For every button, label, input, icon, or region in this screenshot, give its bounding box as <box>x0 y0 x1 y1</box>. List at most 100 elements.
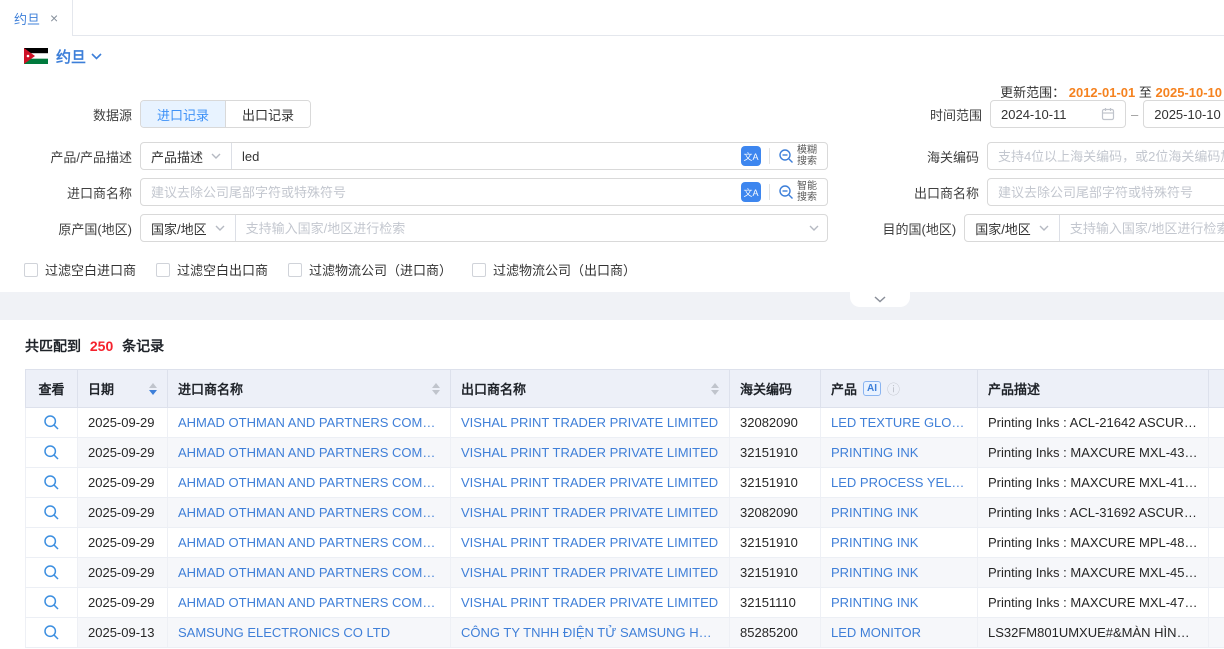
chevron-down-icon[interactable] <box>91 53 102 60</box>
product-link[interactable]: PRINTING INK <box>821 588 978 618</box>
importer-link[interactable]: AHMAD OTHMAN AND PARTNERS COMPA... <box>168 468 451 498</box>
importer-suffix: 文A 智能搜索 <box>737 179 827 205</box>
view-detail-icon[interactable] <box>43 414 60 431</box>
tab-export-records[interactable]: 出口记录 <box>225 101 310 127</box>
product-link[interactable]: PRINTING INK <box>821 528 978 558</box>
importer-link[interactable]: AHMAD OTHMAN AND PARTNERS COMPA... <box>168 408 451 438</box>
update-range: 更新范围： 2012-01-01 至 2025-10-10 <box>1000 82 1222 101</box>
view-detail-icon[interactable] <box>43 534 60 551</box>
view-detail-icon[interactable] <box>43 444 60 461</box>
product-link[interactable]: PRINTING INK <box>821 558 978 588</box>
translate-icon[interactable]: 文A <box>741 146 761 166</box>
exporter-link[interactable]: VISHAL PRINT TRADER PRIVATE LIMITED <box>451 558 730 588</box>
hs-code-cell: 32151910 <box>730 468 821 498</box>
product-link[interactable]: LED MONITOR <box>821 618 978 648</box>
view-detail-icon[interactable] <box>43 594 60 611</box>
product-link[interactable]: LED TEXTURE GLOSS ... <box>821 408 978 438</box>
importer-link[interactable]: AHMAD OTHMAN AND PARTNERS COMPA... <box>168 588 451 618</box>
view-detail-icon[interactable] <box>43 474 60 491</box>
chevron-down-icon[interactable] <box>809 225 819 231</box>
collapse-panel-button[interactable] <box>850 292 910 307</box>
exporter-link[interactable]: VISHAL PRINT TRADER PRIVATE LIMITED <box>451 468 730 498</box>
sort-icon[interactable] <box>432 383 440 395</box>
checkbox-icon[interactable] <box>288 263 302 277</box>
exporter-link[interactable]: VISHAL PRINT TRADER PRIVATE LIMITED <box>451 528 730 558</box>
destination-type-select[interactable]: 国家/地区 <box>965 215 1060 241</box>
date-end-value: 2025-10-10 <box>1154 107 1221 122</box>
view-detail-icon[interactable] <box>43 504 60 521</box>
extra-cell <box>1209 498 1224 528</box>
destination-search-input[interactable] <box>1060 215 1224 241</box>
checkbox-icon[interactable] <box>156 263 170 277</box>
checkbox-filter-logistics-exporter[interactable]: 过滤物流公司（出口商） <box>472 260 636 279</box>
importer-link[interactable]: AHMAD OTHMAN AND PARTNERS COMPA... <box>168 498 451 528</box>
product-link[interactable]: PRINTING INK <box>821 498 978 528</box>
col-importer[interactable]: 进口商名称 <box>168 370 451 408</box>
translate-icon[interactable]: 文A <box>741 182 761 202</box>
close-icon[interactable]: × <box>50 11 58 25</box>
date-end-input[interactable]: 2025-10-10 <box>1143 100 1224 128</box>
checkbox-icon[interactable] <box>24 263 38 277</box>
hs-code-box <box>987 142 1224 170</box>
checkbox-filter-blank-exporter[interactable]: 过滤空白出口商 <box>156 260 268 279</box>
exporter-link[interactable]: VISHAL PRINT TRADER PRIVATE LIMITED <box>451 588 730 618</box>
importer-link[interactable]: SAMSUNG ELECTRONICS CO LTD <box>168 618 451 648</box>
product-row: 产品/产品描述 产品描述 文A 模糊搜索 <box>24 142 828 170</box>
extra-cell <box>1209 408 1224 438</box>
results-section: 共匹配到 250 条记录 查看 日期 <box>0 320 1224 649</box>
view-detail-icon[interactable] <box>43 564 60 581</box>
checkbox-icon[interactable] <box>472 263 486 277</box>
tab-jordan[interactable]: 约旦 × <box>0 0 73 36</box>
smart-search-button[interactable]: 智能搜索 <box>778 181 819 203</box>
product-link[interactable]: LED PROCESS YELLOW... <box>821 468 978 498</box>
product-type-select[interactable]: 产品描述 <box>141 143 232 169</box>
sort-icon[interactable] <box>711 383 719 395</box>
view-detail-icon[interactable] <box>43 624 60 641</box>
col-date-label: 日期 <box>88 379 114 398</box>
importer-link[interactable]: AHMAD OTHMAN AND PARTNERS COMPA... <box>168 528 451 558</box>
info-icon[interactable]: ⓘ <box>887 379 900 398</box>
divider <box>769 148 770 164</box>
tab-bar: 约旦 × <box>0 0 1224 36</box>
importer-link[interactable]: AHMAD OTHMAN AND PARTNERS COMPA... <box>168 438 451 468</box>
sort-icon[interactable] <box>149 383 157 395</box>
checkbox-filter-blank-importer[interactable]: 过滤空白进口商 <box>24 260 136 279</box>
col-exporter[interactable]: 出口商名称 <box>451 370 730 408</box>
exporter-link[interactable]: VISHAL PRINT TRADER PRIVATE LIMITED <box>451 438 730 468</box>
col-view: 查看 <box>26 370 78 408</box>
col-date[interactable]: 日期 <box>78 370 168 408</box>
hs-code-cell: 32151910 <box>730 558 821 588</box>
origin-type-select[interactable]: 国家/地区 <box>141 215 236 241</box>
product-link[interactable]: PRINTING INK <box>821 438 978 468</box>
destination-input-group: 国家/地区 <box>964 214 1224 242</box>
time-range-label: 时间范围 <box>860 105 990 124</box>
exporter-link[interactable]: CÔNG TY TNHH ĐIỆN TỬ SAMSUNG HCMC... <box>451 618 730 648</box>
country-name[interactable]: 约旦 <box>56 46 86 67</box>
table-body: 2025-09-29 AHMAD OTHMAN AND PARTNERS COM… <box>26 408 1224 648</box>
hs-code-cell: 32082090 <box>730 408 821 438</box>
ai-badge: AI <box>863 381 881 396</box>
trade-data-app: 约旦 × 约旦 更新范围： 2012-01-01 至 2025-10-10 数据… <box>0 0 1224 649</box>
data-source-tabs: 进口记录 出口记录 <box>140 100 311 128</box>
exporter-link[interactable]: VISHAL PRINT TRADER PRIVATE LIMITED <box>451 498 730 528</box>
extra-cell <box>1209 558 1224 588</box>
tab-import-records[interactable]: 进口记录 <box>141 101 225 127</box>
importer-search-input[interactable] <box>141 179 737 205</box>
exporter-link[interactable]: VISHAL PRINT TRADER PRIVATE LIMITED <box>451 408 730 438</box>
exporter-search-input[interactable] <box>998 185 1224 200</box>
fuzzy-search-button[interactable]: 模糊搜索 <box>778 145 819 167</box>
extra-cell <box>1209 588 1224 618</box>
date-start-value: 2024-10-11 <box>1001 107 1067 122</box>
search-minus-icon <box>778 184 794 200</box>
results-count: 250 <box>90 338 113 354</box>
checkbox-filter-logistics-importer[interactable]: 过滤物流公司（进口商） <box>288 260 452 279</box>
date-start-input[interactable]: 2024-10-11 <box>990 100 1126 128</box>
exporter-row: 出口商名称 <box>860 178 1224 206</box>
col-description: 产品描述 <box>978 370 1209 408</box>
description-cell: Printing Inks : MAXCURE MPL-4800E... <box>978 528 1209 558</box>
importer-link[interactable]: AHMAD OTHMAN AND PARTNERS COMPA... <box>168 558 451 588</box>
hs-code-input[interactable] <box>998 149 1224 164</box>
product-search-input[interactable] <box>232 143 737 169</box>
results-table: 查看 日期 进口商名称 <box>25 369 1224 648</box>
origin-search-input[interactable] <box>236 215 805 241</box>
